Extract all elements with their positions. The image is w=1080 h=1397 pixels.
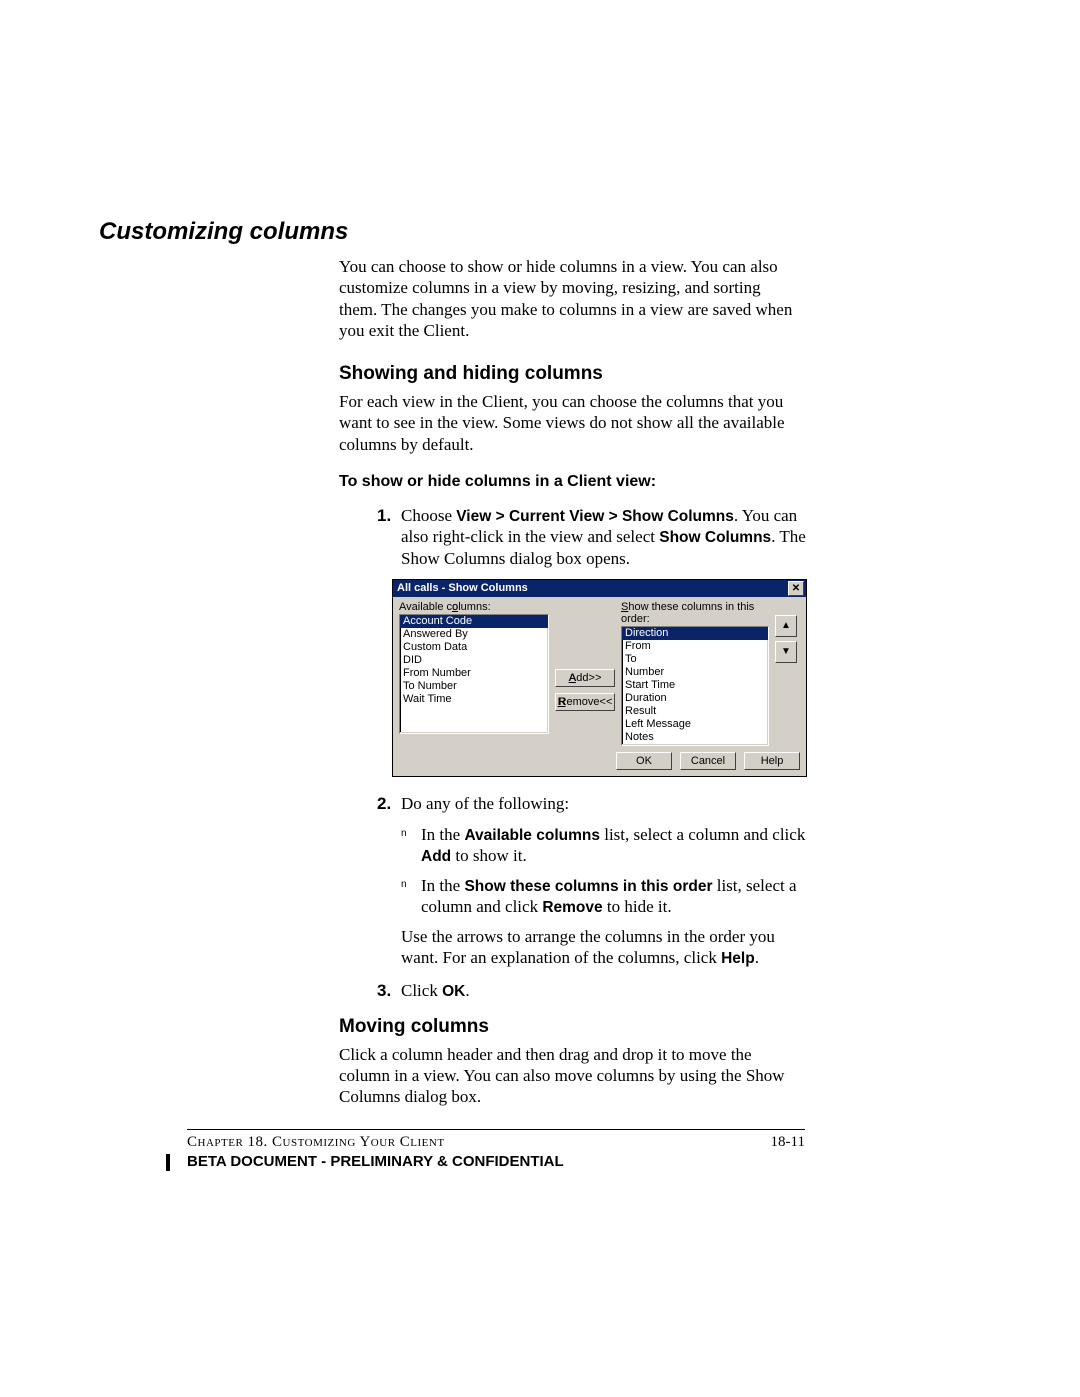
paragraph: Click a column header and then drag and … [339, 1044, 805, 1108]
close-icon[interactable]: ✕ [788, 581, 804, 596]
list-item[interactable]: To Number [400, 680, 548, 693]
ui-term: OK [442, 983, 465, 1000]
text: list, select a column and click [600, 825, 805, 844]
step-number: 1. [377, 505, 401, 569]
list-item[interactable]: Custom Data [400, 641, 548, 654]
bullet-icon: n [401, 875, 421, 918]
subheading-showing: Showing and hiding columns [339, 363, 807, 385]
list-item[interactable]: Account Code [400, 615, 548, 628]
list-item[interactable]: Duration [622, 692, 768, 705]
list-item[interactable]: Left Message [622, 718, 768, 731]
list-item[interactable]: Result [622, 705, 768, 718]
ui-term: Available columns [464, 827, 600, 844]
add-button[interactable]: AAdd>> [555, 669, 615, 687]
step-number: 2. [377, 793, 401, 814]
list-item[interactable]: DID [400, 654, 548, 667]
dialog-titlebar: All calls - Show Columns ✕ [393, 580, 806, 597]
text: to show it. [451, 846, 527, 865]
list-item[interactable]: Number [622, 666, 768, 679]
list-item[interactable]: To [622, 653, 768, 666]
ui-term: Help [721, 950, 755, 967]
show-columns-dialog: All calls - Show Columns ✕ Available coo… [392, 579, 807, 777]
step-1: 1. Choose View > Current View > Show Col… [377, 505, 807, 569]
available-columns-list[interactable]: Account Code Answered By Custom Data DID… [399, 614, 549, 734]
cancel-button[interactable]: Cancel [680, 752, 736, 770]
command-name: Show Columns [659, 529, 771, 546]
move-up-icon[interactable]: ▲ [775, 615, 797, 637]
paragraph: For each view in the Client, you can cho… [339, 391, 805, 455]
text: to hide it. [603, 897, 672, 916]
step-number: 3. [377, 980, 401, 1001]
move-down-icon[interactable]: ▼ [775, 641, 797, 663]
shown-columns-list[interactable]: Direction From To Number Start Time Dura… [621, 626, 769, 746]
help-button[interactable]: Help [744, 752, 800, 770]
text: Do any of the following: [401, 793, 807, 814]
footer-rule [187, 1129, 805, 1130]
text: . [465, 981, 469, 1000]
list-item[interactable]: Notes [622, 731, 768, 744]
paragraph: Use the arrows to arrange the columns in… [401, 926, 806, 969]
substep: n In the Available columns list, select … [401, 824, 806, 867]
ok-button[interactable]: OK [616, 752, 672, 770]
ui-term: Add [421, 848, 451, 865]
footer-confidential: BETA DOCUMENT - PRELIMINARY & CONFIDENTI… [187, 1153, 564, 1170]
list-item[interactable]: Direction [622, 627, 768, 640]
list-item[interactable]: From [622, 640, 768, 653]
intro-paragraph: You can choose to show or hide columns i… [339, 256, 801, 341]
substep: n In the Show these columns in this orde… [401, 875, 806, 918]
ui-term: Remove [542, 899, 602, 916]
list-item[interactable]: Wait Time [400, 693, 548, 706]
procedure-heading: To show or hide columns in a Client view… [339, 473, 807, 491]
menu-path: View > Current View > Show Columns [456, 508, 734, 525]
footer-chapter: Chapter 18. Customizing Your Client [187, 1134, 445, 1151]
text: Click [401, 981, 442, 1000]
footer-page-number: 18-11 [771, 1134, 805, 1151]
list-item[interactable]: Start Time [622, 679, 768, 692]
text: Choose [401, 506, 456, 525]
change-bar-icon [166, 1154, 170, 1171]
text: In the [421, 825, 464, 844]
step-3: 3. Click OK. [377, 980, 807, 1001]
text: Use the arrows to arrange the columns in… [401, 927, 775, 967]
remove-button[interactable]: RRemove<< [555, 693, 615, 711]
section-heading: Customizing columns [99, 218, 807, 246]
step-2: 2. Do any of the following: [377, 793, 807, 814]
bullet-icon: n [401, 824, 421, 867]
subheading-moving: Moving columns [339, 1016, 807, 1038]
shown-columns-label: Show these columns in this order: [621, 601, 769, 625]
text: . [755, 948, 759, 967]
dialog-title: All calls - Show Columns [397, 582, 528, 594]
ui-term: Show these columns in this order [464, 878, 712, 895]
list-item[interactable]: From Number [400, 667, 548, 680]
text: In the [421, 876, 464, 895]
list-item[interactable]: Answered By [400, 628, 548, 641]
available-columns-label: Available coolumns: [399, 601, 549, 613]
